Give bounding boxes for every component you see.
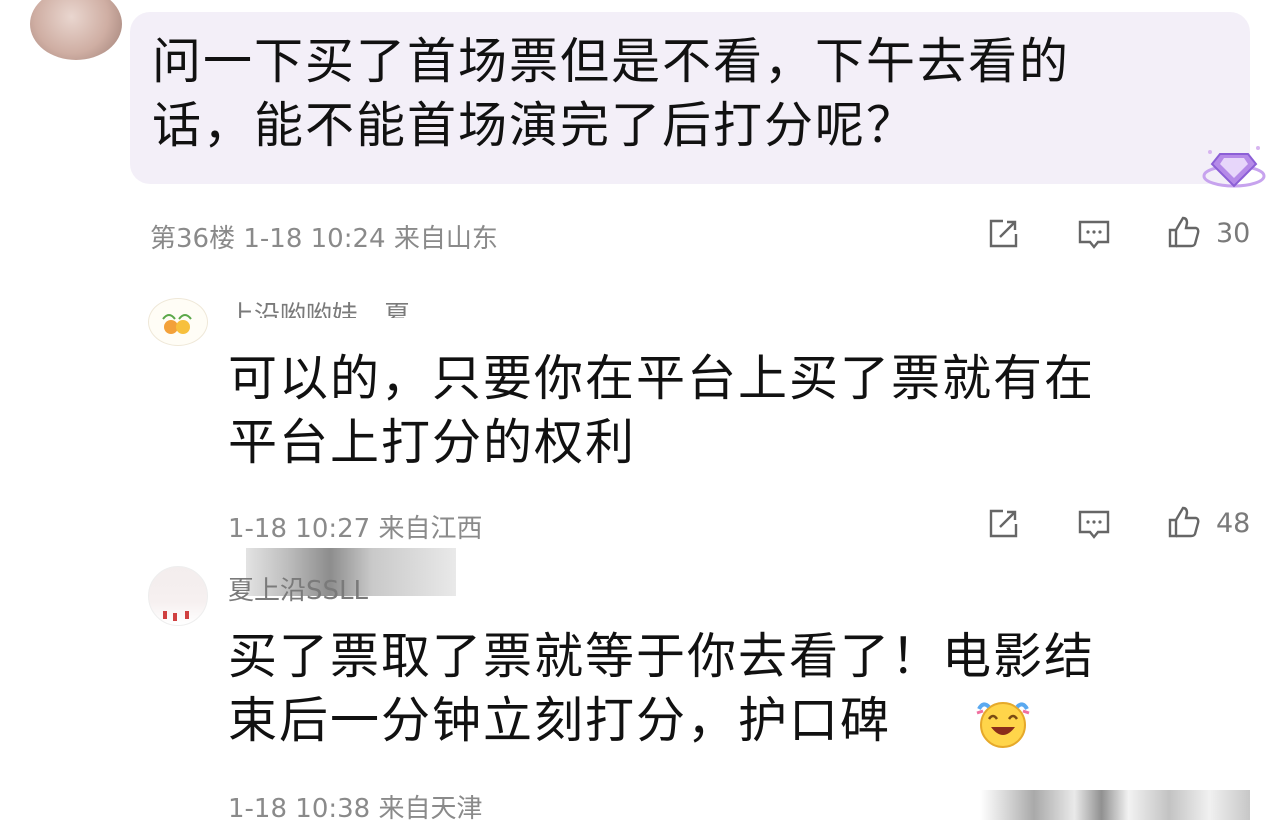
thumbs-up-icon[interactable] bbox=[1166, 504, 1202, 540]
like-count: 48 bbox=[1216, 508, 1251, 539]
username[interactable]: 上沿哟哟娃…夏 bbox=[228, 294, 410, 318]
avatar-image bbox=[163, 611, 189, 621]
avatar[interactable] bbox=[148, 298, 208, 346]
action-bar-redaction bbox=[980, 790, 1250, 820]
avatar[interactable] bbox=[148, 566, 208, 626]
cartoon-avatar-icon bbox=[162, 314, 192, 334]
comment-line: 话，能不能首场演完了后打分呢？ bbox=[152, 97, 918, 154]
comment-line: 买了票取了票就等于你去看了！电影结 bbox=[228, 628, 1096, 685]
comment-line: 束后一分钟立刻打分，护口碑 bbox=[228, 692, 892, 749]
avatar[interactable] bbox=[30, 0, 122, 60]
comment-line: 平台上打分的权利 bbox=[228, 414, 637, 471]
share-icon[interactable] bbox=[985, 506, 1021, 542]
comment-text: 买了票取了票就等于你去看了！电影结 束后一分钟立刻打分，护口碑 bbox=[228, 625, 1095, 753]
comment-line: 问一下买了首场票但是不看，下午去看的 bbox=[152, 33, 1071, 90]
thumbs-up-icon[interactable] bbox=[1166, 214, 1202, 250]
username[interactable]: 夏上沿SSLL bbox=[228, 570, 368, 607]
comment-icon[interactable] bbox=[1076, 216, 1112, 252]
share-icon[interactable] bbox=[985, 216, 1021, 252]
like-count: 30 bbox=[1216, 218, 1251, 249]
comment-line: 可以的，只要你在平台上买了票就有在 bbox=[228, 350, 1096, 407]
comment-icon[interactable] bbox=[1076, 506, 1112, 542]
diamond-badge-icon bbox=[1202, 146, 1266, 188]
comment-text: 可以的，只要你在平台上买了票就有在 平台上打分的权利 bbox=[228, 347, 1095, 475]
comment-text: 问一下买了首场票但是不看，下午去看的 话，能不能首场演完了后打分呢？ bbox=[152, 30, 1070, 158]
laughing-emoji-icon bbox=[976, 702, 1030, 748]
comment-meta: 第36楼 1-18 10:24 来自山东 bbox=[150, 224, 498, 254]
comment-meta: 1-18 10:38 来自天津 bbox=[228, 794, 483, 824]
comment-meta: 1-18 10:27 来自江西 bbox=[228, 514, 483, 544]
